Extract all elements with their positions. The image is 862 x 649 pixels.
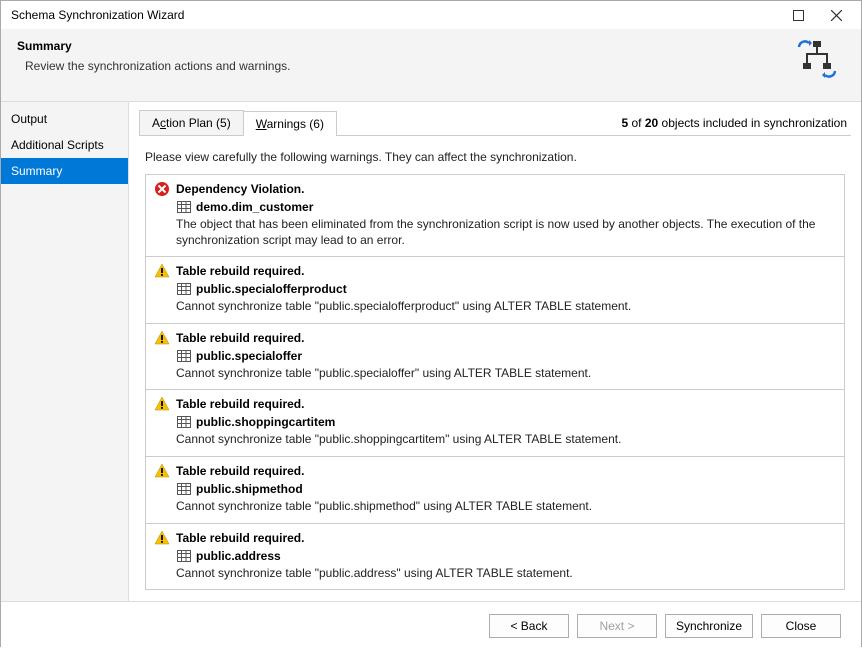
warning-object: public.shoppingcartitem [196, 415, 335, 429]
warning-object: public.specialoffer [196, 349, 302, 363]
sync-schema-icon [797, 39, 845, 87]
wizard-header: Summary Review the synchronization actio… [1, 29, 861, 102]
error-icon [154, 181, 170, 197]
window-maximize-button[interactable] [779, 1, 817, 29]
tab-action-plan[interactable]: Action Plan (5) [139, 110, 244, 135]
page-description: Review the synchronization actions and w… [25, 59, 797, 73]
tab-row: Action Plan (5) Warnings (6) 5 of 20 obj… [139, 110, 851, 136]
warning-object: public.address [196, 549, 281, 563]
warning-icon [154, 530, 170, 546]
warning-title: Table rebuild required. [176, 397, 304, 411]
tabs: Action Plan (5) Warnings (6) [139, 110, 336, 135]
warning-description: Cannot synchronize table "public.address… [176, 566, 836, 582]
warning-icon [154, 263, 170, 279]
warning-object: public.specialofferproduct [196, 282, 347, 296]
warning-description: Cannot synchronize table "public.shoppin… [176, 432, 836, 448]
main-panel: Action Plan (5) Warnings (6) 5 of 20 obj… [129, 102, 861, 601]
warning-item[interactable]: Table rebuild required. public.specialoff… [146, 257, 844, 324]
synchronize-button[interactable]: Synchronize [665, 614, 753, 638]
warning-object: public.shipmethod [196, 482, 303, 496]
warnings-list: Dependency Violation. demo.dim_customer Th… [145, 174, 845, 590]
warning-item[interactable]: Table rebuild required. public.specialoff… [146, 324, 844, 391]
warning-icon [154, 396, 170, 412]
sidebar-nav: Output Additional Scripts Summary [1, 102, 129, 601]
warning-item[interactable]: Dependency Violation. demo.dim_customer Th… [146, 175, 844, 257]
warning-item[interactable]: Table rebuild required. public.shoppingca… [146, 390, 844, 457]
warning-icon [154, 463, 170, 479]
warning-item[interactable]: Table rebuild required. public.shipmethod… [146, 457, 844, 524]
warning-object: demo.dim_customer [196, 200, 313, 214]
objects-included-status: 5 of 20 objects included in synchronizat… [336, 116, 851, 130]
page-title: Summary [17, 39, 797, 53]
warnings-panel: Please view carefully the following warn… [139, 136, 851, 591]
next-button: Next > [577, 614, 657, 638]
warning-item[interactable]: Table rebuild required. public.address Can… [146, 524, 844, 590]
title-bar: Schema Synchronization Wizard [1, 1, 861, 29]
warning-title: Table rebuild required. [176, 331, 304, 345]
warning-description: The object that has been eliminated from… [176, 217, 836, 248]
warning-title: Dependency Violation. [176, 182, 304, 196]
sidebar-item-additional-scripts[interactable]: Additional Scripts [1, 132, 128, 158]
warnings-instruction: Please view carefully the following warn… [145, 150, 845, 164]
warning-description: Cannot synchronize table "public.shipmet… [176, 499, 836, 515]
warning-title: Table rebuild required. [176, 531, 304, 545]
window-title: Schema Synchronization Wizard [11, 8, 779, 22]
window-close-button[interactable] [817, 1, 855, 29]
close-button[interactable]: Close [761, 614, 841, 638]
warning-description: Cannot synchronize table "public.special… [176, 299, 836, 315]
wizard-footer: < Back Next > Synchronize Close [1, 601, 861, 649]
back-button[interactable]: < Back [489, 614, 569, 638]
tab-warnings[interactable]: Warnings (6) [243, 111, 337, 136]
table-icon [176, 199, 192, 215]
warning-icon [154, 330, 170, 346]
table-icon [176, 414, 192, 430]
table-icon [176, 548, 192, 564]
warning-description: Cannot synchronize table "public.special… [176, 366, 836, 382]
table-icon [176, 348, 192, 364]
sidebar-item-output[interactable]: Output [1, 106, 128, 132]
table-icon [176, 281, 192, 297]
sidebar-item-summary[interactable]: Summary [1, 158, 128, 184]
warning-title: Table rebuild required. [176, 264, 304, 278]
warning-title: Table rebuild required. [176, 464, 304, 478]
table-icon [176, 481, 192, 497]
wizard-body: Output Additional Scripts Summary Action… [1, 102, 861, 601]
